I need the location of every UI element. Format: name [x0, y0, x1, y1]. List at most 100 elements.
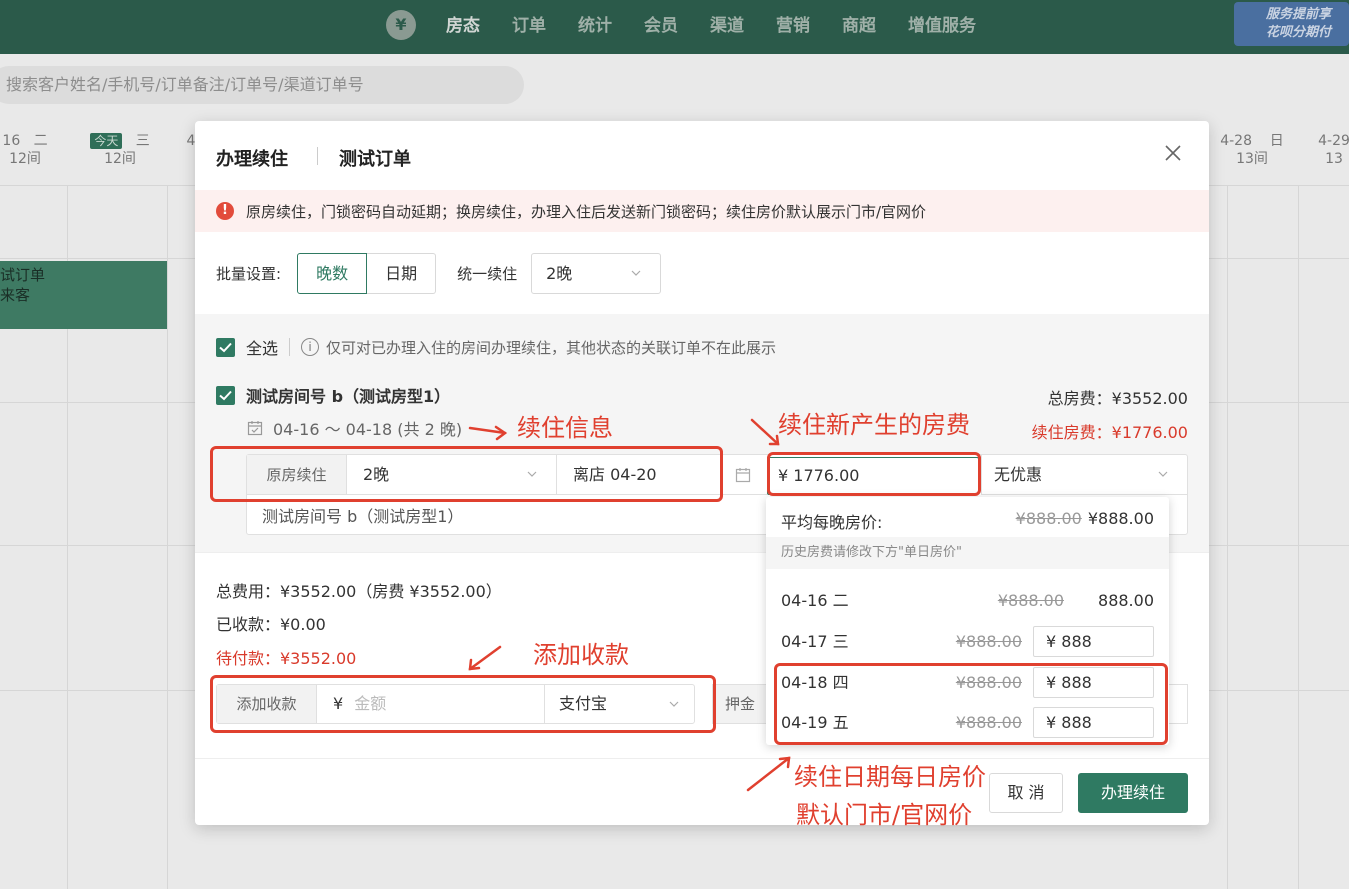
summary-paid: 已收款：¥0.00 — [216, 615, 326, 634]
annotation-daily-price-line2: 默认门市/官网价 — [796, 801, 973, 829]
discount-select[interactable]: 无优惠 — [981, 455, 1188, 495]
select-all-row: 全选 i 仅可对已办理入住的房间办理续住，其他状态的关联订单不在此展示 — [216, 336, 776, 358]
unify-nights-select[interactable]: 2晚 — [531, 252, 662, 294]
day-room-count: 12间 — [9, 151, 41, 167]
top-navbar: ¥ 房态 订单 统计 会员 渠道 营销 商超 增值服务 服务提前享 花呗分期付 — [0, 0, 1349, 54]
divider — [289, 338, 291, 356]
date-picker-trigger[interactable] — [723, 455, 767, 495]
stay-dates-row: 04-16 ～ 04-18 (共 2 晚) — [247, 418, 463, 439]
annotation-new-fee: 续住新产生的房费 — [778, 411, 970, 439]
error-icon: ! — [216, 202, 234, 220]
day-weekday: 二 — [33, 133, 48, 149]
modal-title: 办理续住 — [216, 149, 288, 170]
history-price-note: 历史房费请修改下方"单日房价" — [766, 537, 1169, 569]
daily-original-price: ¥888.00 — [997, 591, 1064, 610]
seg-date-button[interactable]: 日期 — [367, 252, 437, 294]
room-name: 测试房间号 b（测试房型1） — [246, 387, 451, 406]
modal-subtitle: 测试订单 — [339, 149, 411, 170]
logo-icon: ¥ — [386, 10, 416, 40]
unify-label: 统一续住 — [457, 264, 518, 283]
grid-line — [1298, 185, 1299, 889]
calendar-order-block[interactable]: 试订单 来客 — [0, 261, 167, 329]
summary-total: 总费用：¥3552.00（房费 ¥3552.00） — [216, 582, 502, 601]
calendar-day-header: 4-28 日 13间 — [1212, 132, 1292, 168]
annotation-box-add-payment — [210, 675, 716, 733]
calendar-icon — [735, 468, 751, 483]
avg-price-label: 平均每晚房价: — [781, 513, 883, 532]
daily-price-row: 04-16 二 ¥888.00 888.00 — [781, 585, 1154, 617]
stay-dates: 04-16 ～ 04-18 (共 2 晚) — [273, 420, 463, 439]
annotation-add-payment: 添加收款 — [533, 641, 629, 669]
alert-banner: ! 原房续住，门锁密码自动延期；换房续住，办理入住后发送新门锁密码；续住房价默认… — [195, 190, 1209, 232]
summary-due: 待付款：¥3552.00 — [216, 649, 357, 668]
select-all-label: 全选 — [246, 339, 279, 358]
search-input[interactable]: 搜索客户姓名/手机号/订单备注/订单号/渠道订单号 — [0, 66, 524, 104]
chevron-down-icon — [631, 270, 641, 276]
day-weekday: 三 — [135, 133, 150, 149]
batch-label: 批量设置: — [216, 264, 282, 283]
nav-item-marketing[interactable]: 营销 — [776, 11, 810, 36]
order-block-title: 试订单 — [0, 266, 46, 284]
nav-item-members[interactable]: 会员 — [644, 11, 678, 36]
room-header-row: 测试房间号 b（测试房型1） — [216, 384, 450, 406]
avg-original-price: ¥888.00 — [1015, 509, 1082, 528]
avg-price: ¥888.00 ¥888.00 — [1016, 509, 1154, 528]
day-date: 4-29 — [1318, 133, 1349, 149]
avg-current-price: ¥888.00 — [1087, 509, 1154, 528]
promo-line-2: 花呗分期付 — [1266, 25, 1332, 40]
nav-item-room-status[interactable]: 房态 — [446, 11, 480, 36]
info-icon: i — [301, 338, 320, 356]
modal-header: 办理续住 测试订单 — [195, 121, 1209, 189]
day-room-count: 13间 — [1236, 151, 1268, 167]
annotation-daily-price-line1: 续住日期每日房价 — [794, 763, 986, 791]
seg-nights-button[interactable]: 晚数 — [297, 252, 368, 294]
select-all-checkbox[interactable] — [216, 337, 235, 357]
nav-item-value-added[interactable]: 增值服务 — [908, 11, 976, 36]
day-room-count: 13 — [1325, 151, 1343, 167]
alert-text: 原房续住，门锁密码自动延期；换房续住，办理入住后发送新门锁密码；续住房价默认展示… — [246, 202, 927, 221]
room-extend-fee: 续住房费：¥1776.00 — [1031, 423, 1188, 442]
daily-original-price: ¥888.00 — [955, 632, 1022, 651]
cancel-button[interactable]: 取 消 — [989, 773, 1063, 813]
room-checkbox[interactable] — [216, 385, 235, 405]
nav-item-orders[interactable]: 订单 — [512, 11, 546, 36]
close-icon[interactable] — [1163, 143, 1183, 163]
unify-nights-value: 2晚 — [546, 263, 573, 283]
day-date: 16 — [2, 133, 21, 149]
batch-mode-toggle: 晚数 日期 — [297, 252, 437, 294]
daily-date: 04-17 三 — [781, 632, 849, 651]
order-block-guest: 来客 — [0, 286, 31, 304]
annotation-box-stay-info — [210, 446, 723, 502]
calendar-check-icon — [247, 421, 263, 436]
calendar-day-header: 4-29 13 — [1314, 132, 1349, 168]
check-icon — [219, 390, 232, 400]
daily-price-row: 04-17 三 ¥888.00 ¥ 888 — [781, 626, 1154, 658]
calendar-day-header: 16 二 12间 — [0, 132, 50, 168]
nav-item-store[interactable]: 商超 — [842, 11, 876, 36]
annotation-box-new-fee — [767, 452, 981, 496]
annotation-stay-info: 续住信息 — [517, 414, 613, 442]
annotation-box-daily-price — [774, 663, 1168, 745]
check-icon — [219, 342, 232, 352]
nav-item-channels[interactable]: 渠道 — [710, 11, 744, 36]
calendar-day-header-today: 今天 三 12间 — [80, 132, 160, 168]
promo-line-1: 服务提前享 — [1266, 7, 1332, 22]
batch-settings-row: 批量设置: 晚数 日期 统一续住 2晚 — [216, 252, 662, 294]
divider — [195, 758, 1209, 759]
promo-banner[interactable]: 服务提前享 花呗分期付 — [1234, 2, 1349, 46]
room-select-display[interactable]: 测试房间号 b（测试房型1） — [262, 503, 463, 527]
grid-line — [167, 185, 168, 889]
chevron-down-icon — [1158, 471, 1168, 477]
confirm-extend-button[interactable]: 办理续住 — [1078, 773, 1188, 813]
discount-value: 无优惠 — [994, 465, 1043, 484]
nav-item-stats[interactable]: 统计 — [578, 11, 612, 36]
day-room-count: 12间 — [104, 151, 136, 167]
day-weekday: 日 — [1269, 133, 1284, 149]
daily-price-input[interactable]: ¥ 888 — [1033, 626, 1154, 657]
grid-line — [1227, 185, 1228, 889]
daily-date: 04-16 二 — [781, 591, 849, 610]
deposit-label: 押金 — [712, 684, 772, 724]
room-total-fee: 总房费：¥3552.00 — [1047, 389, 1188, 408]
select-all-hint: 仅可对已办理入住的房间办理续住，其他状态的关联订单不在此展示 — [326, 338, 777, 357]
title-divider — [317, 147, 318, 165]
